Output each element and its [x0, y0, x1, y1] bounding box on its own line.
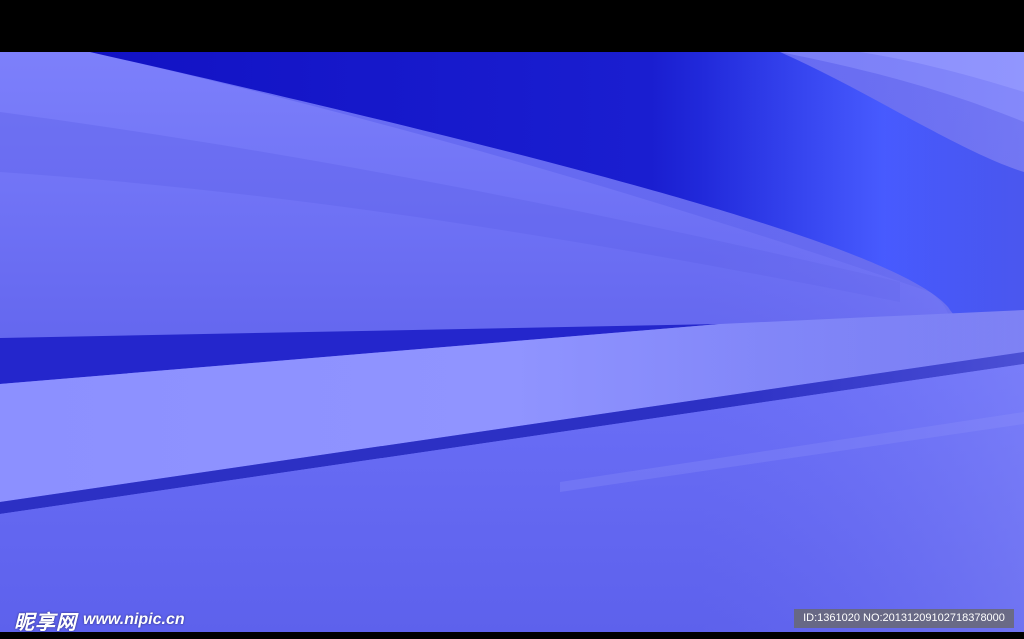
letterbox-top-bar [0, 0, 1024, 52]
watermark-site-url: www.nipic.cn [83, 611, 185, 628]
image-frame: 昵享网 www.nipic.cn ID:1361020 NO:201312091… [0, 0, 1024, 639]
watermark-logo: 昵享网 www.nipic.cn [14, 606, 185, 634]
watermark-logo-text: 昵享网 [14, 609, 77, 634]
abstract-blue-streaks-artwork [0, 52, 1024, 632]
watermark-id-label: ID:1361020 NO:20131209102718378000 [794, 609, 1014, 628]
